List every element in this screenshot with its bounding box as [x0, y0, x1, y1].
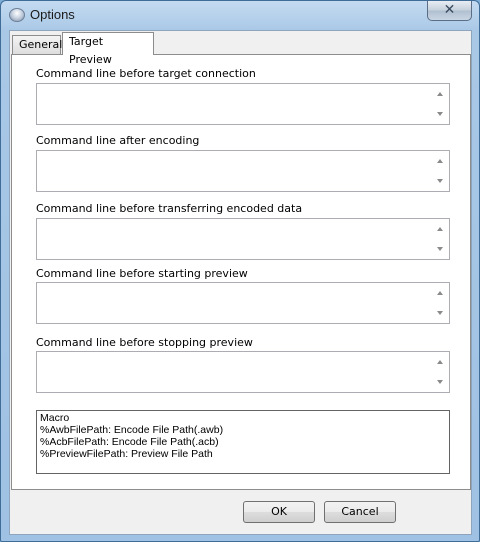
scroll-up-arrow-icon[interactable]: [437, 92, 443, 96]
macro-help-box: Macro %AwbFilePath: Encode File Path(.aw…: [36, 410, 450, 474]
scroll-down-arrow-icon[interactable]: [437, 247, 443, 251]
before-target-connection-input[interactable]: [36, 83, 450, 125]
after-encoding-input[interactable]: [36, 150, 450, 192]
scrollbar[interactable]: [433, 283, 449, 323]
tab-general-label: General: [19, 38, 63, 51]
scroll-down-arrow-icon[interactable]: [437, 380, 443, 384]
close-button[interactable]: ✕: [427, 1, 472, 21]
scroll-up-arrow-icon[interactable]: [437, 360, 443, 364]
title-bar[interactable]: Options ✕: [1, 1, 479, 29]
scroll-down-arrow-icon[interactable]: [437, 179, 443, 183]
after-encoding-label: Command line after encoding: [36, 134, 200, 147]
before-stopping-preview-input[interactable]: [36, 351, 450, 393]
tab-target-preview-label: Target Preview: [69, 35, 112, 66]
scroll-up-arrow-icon[interactable]: [437, 291, 443, 295]
tab-target-preview[interactable]: Target Preview: [62, 32, 154, 66]
before-stopping-preview-label: Command line before stopping preview: [36, 336, 253, 349]
scrollbar[interactable]: [433, 151, 449, 191]
scrollbar[interactable]: [433, 219, 449, 259]
scroll-up-arrow-icon[interactable]: [437, 227, 443, 231]
macro-title: Macro: [40, 412, 70, 424]
scroll-down-arrow-icon[interactable]: [437, 112, 443, 116]
scroll-up-arrow-icon[interactable]: [437, 159, 443, 163]
before-transferring-input[interactable]: [36, 218, 450, 260]
before-starting-preview-label: Command line before starting preview: [36, 267, 248, 280]
close-icon: ✕: [443, 2, 456, 18]
scroll-down-arrow-icon[interactable]: [437, 311, 443, 315]
macro-line-acb: %AcbFilePath: Encode File Path(.acb): [40, 436, 219, 448]
options-window: Options ✕ General Target Preview Command…: [0, 0, 480, 542]
before-starting-preview-input[interactable]: [36, 282, 450, 324]
ok-button[interactable]: OK: [243, 501, 315, 523]
before-transferring-label: Command line before transferring encoded…: [36, 202, 303, 215]
dialog-client-area: General Target Preview Command line befo…: [9, 30, 472, 535]
scrollbar[interactable]: [433, 84, 449, 124]
tab-general[interactable]: General: [12, 35, 63, 55]
window-title: Options: [30, 7, 75, 22]
app-orb-icon: [9, 8, 25, 22]
macro-line-preview: %PreviewFilePath: Preview File Path: [40, 448, 213, 460]
macro-line-awb: %AwbFilePath: Encode File Path(.awb): [40, 424, 224, 436]
target-preview-panel: Command line before target connection Co…: [11, 54, 471, 490]
cancel-button[interactable]: Cancel: [324, 501, 396, 523]
scrollbar[interactable]: [433, 352, 449, 392]
